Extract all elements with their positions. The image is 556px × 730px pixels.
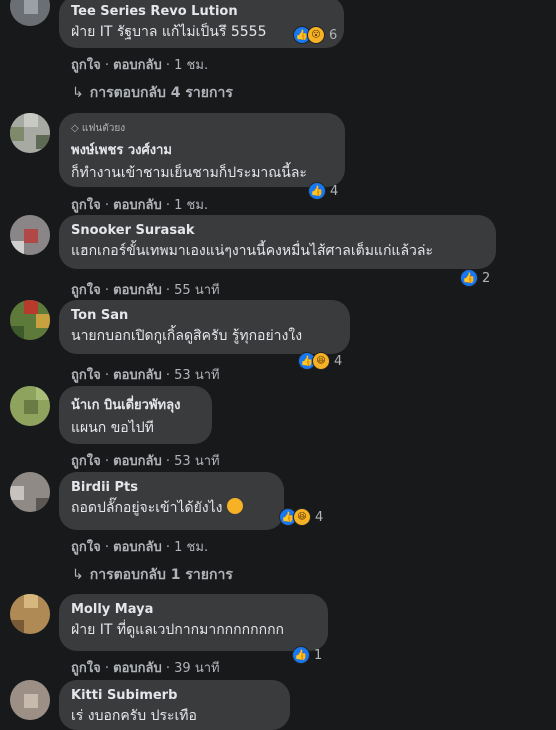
avatar[interactable] [10,113,50,153]
view-replies-link[interactable]: ↳ การตอบกลับ 4 รายการ [72,82,233,104]
comment-bubble: น้าเก บินเดี่ยวพัทลุง แผนก ขอไปที [59,386,212,444]
like-button[interactable]: ถูกใจ [71,283,101,298]
reply-button[interactable]: ตอบกลับ [113,661,162,676]
comment-bubble: Kitti Subimerb เร่ งบอกครับ ประเทือ [59,680,290,730]
comment-bubble: Ton San นายกบอกเปิดกูเกิ้ลดูสิครับ รู้ทุ… [59,300,350,354]
comment-text: เร่ งบอกครับ ประเทือ [71,708,197,724]
avatar[interactable] [10,386,50,426]
comment-actions: ถูกใจ · ตอบกลับ · 55 นาที [71,283,220,298]
diamond-icon: ◇ [71,123,82,134]
comment-text: ฝ่าย IT ที่ดูแลเวปกากมากกกกกกกก [71,622,285,638]
comment-bubble: Snooker Surasak แฮกเกอร์ขั้นเทพมาเองแน่ๆ… [59,215,496,269]
comment-actions: ถูกใจ · ตอบกลับ · 53 นาที [71,454,220,469]
comment-text: ถอดปลั๊กอยู่จะเข้าได้ยังไง [71,497,272,519]
timestamp[interactable]: 1 ชม. [174,58,208,73]
reply-button[interactable]: ตอบกลับ [113,58,162,73]
like-button[interactable]: ถูกใจ [71,454,101,469]
reply-arrow-icon: ↳ [72,567,84,583]
like-icon: 👍 [460,269,478,287]
reaction-count[interactable]: 👍 😆 4 [277,507,327,527]
avatar[interactable] [10,680,50,720]
reaction-count[interactable]: 👍 4 [306,181,342,201]
like-button[interactable]: ถูกใจ [71,540,101,555]
author-name[interactable]: Ton San [71,308,338,323]
timestamp[interactable]: 55 นาที [174,283,219,298]
timestamp[interactable]: 1 ชม. [174,198,208,213]
author-name[interactable]: Birdii Pts [71,480,272,495]
like-button[interactable]: ถูกใจ [71,198,101,213]
timestamp[interactable]: 53 นาที [174,454,219,469]
reaction-count[interactable]: 👍 1 [290,645,326,665]
timestamp[interactable]: 1 ชม. [174,540,208,555]
reaction-count[interactable]: 👍 2 [458,268,494,288]
view-replies-link[interactable]: ↳ การตอบกลับ 1 รายการ [72,564,233,586]
haha-icon: 😆 [312,352,330,370]
comment-text: แผนก ขอไปที [71,420,154,436]
comment-actions: ถูกใจ · ตอบกลับ · 53 นาที [71,368,220,383]
reply-button[interactable]: ตอบกลับ [113,454,162,469]
comment-bubble: ◇ แฟนตัวยง พงษ์เพชร วงศ์งาม ก็ทำงานเข้าช… [59,113,345,187]
avatar[interactable] [10,0,50,26]
like-button[interactable]: ถูกใจ [71,368,101,383]
reply-button[interactable]: ตอบกลับ [113,198,162,213]
comment-text: นายกบอกเปิดกูเกิ้ลดูสิครับ รู้ทุกอย่างใง [71,328,303,344]
comment-actions: ถูกใจ · ตอบกลับ · 1 ชม. [71,58,209,73]
avatar[interactable] [10,594,50,634]
avatar[interactable] [10,472,50,512]
reply-button[interactable]: ตอบกลับ [113,540,162,555]
reaction-count[interactable]: 👍 😆 4 [296,351,346,371]
comment-bubble: Birdii Pts ถอดปลั๊กอยู่จะเข้าได้ยังไง [59,472,284,530]
author-name[interactable]: Molly Maya [71,602,316,617]
like-button[interactable]: ถูกใจ [71,58,101,73]
timestamp[interactable]: 53 นาที [174,368,219,383]
avatar[interactable] [10,215,50,255]
like-button[interactable]: ถูกใจ [71,661,101,676]
comment-actions: ถูกใจ · ตอบกลับ · 1 ชม. [71,198,209,213]
like-icon: 👍 [292,646,310,664]
avatar[interactable] [10,300,50,340]
author-name[interactable]: Kitti Subimerb [71,688,278,703]
comment-text: ก็ทำงานเข้าชามเย็นชามก็ประมาณนี้ละ [71,165,307,181]
wow-icon: 😮 [307,26,325,44]
laughing-emoji-icon [226,498,243,514]
fan-badge: ◇ แฟนตัวยง [71,123,126,134]
comment-bubble: Molly Maya ฝ่าย IT ที่ดูแลเวปกากมากกกกกก… [59,594,328,651]
comment-text: แฮกเกอร์ขั้นเทพมาเองแน่ๆงานนี้คงหมื่นไส้… [71,243,433,259]
comment-actions: ถูกใจ · ตอบกลับ · 39 นาที [71,661,220,676]
reply-arrow-icon: ↳ [72,85,84,101]
timestamp[interactable]: 39 นาที [174,661,219,676]
reply-button[interactable]: ตอบกลับ [113,283,162,298]
author-name[interactable]: น้าเก บินเดี่ยวพัทลุง [71,394,200,415]
like-icon: 👍 [308,182,326,200]
reply-button[interactable]: ตอบกลับ [113,368,162,383]
author-name[interactable]: พงษ์เพชร วงศ์งาม [71,139,333,160]
author-name[interactable]: Tee Series Revo Lution [71,4,332,19]
reaction-count[interactable]: 👍 😮 6 [291,25,341,45]
haha-icon: 😆 [293,508,311,526]
comment-actions: ถูกใจ · ตอบกลับ · 1 ชม. [71,540,209,555]
author-name[interactable]: Snooker Surasak [71,223,484,238]
